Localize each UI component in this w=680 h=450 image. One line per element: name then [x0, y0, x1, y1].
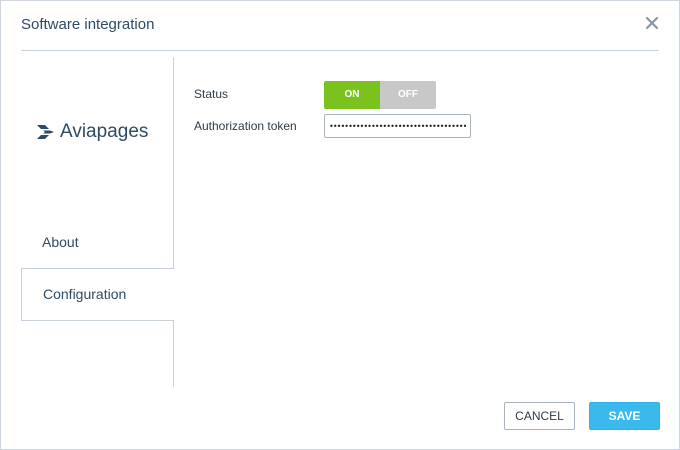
save-button[interactable]: SAVE	[589, 402, 660, 430]
authorization-token-label: Authorization token	[194, 119, 297, 133]
aviapages-logo: Aviapages	[37, 120, 148, 144]
status-toggle[interactable]: ON OFF	[324, 81, 436, 109]
sidebar-item-configuration[interactable]: Configuration	[21, 269, 174, 321]
toggle-off-option[interactable]: OFF	[380, 81, 436, 109]
sidebar-item-about[interactable]: About	[21, 225, 173, 269]
header-divider	[21, 50, 659, 51]
sidebar: Aviapages About Configuration	[21, 57, 174, 387]
status-label: Status	[194, 87, 229, 101]
software-integration-dialog: Software integration Aviapages About Con…	[0, 0, 680, 450]
sidebar-item-label: About	[42, 234, 79, 250]
close-icon[interactable]	[643, 14, 661, 32]
aviapages-logo-mark-icon	[37, 125, 54, 139]
toggle-on-option[interactable]: ON	[324, 81, 380, 109]
dialog-title: Software integration	[21, 16, 155, 33]
logo-text: Aviapages	[60, 121, 149, 142]
sidebar-item-label: Configuration	[43, 286, 127, 302]
authorization-token-input[interactable]	[324, 114, 471, 138]
cancel-button[interactable]: CANCEL	[504, 402, 575, 430]
